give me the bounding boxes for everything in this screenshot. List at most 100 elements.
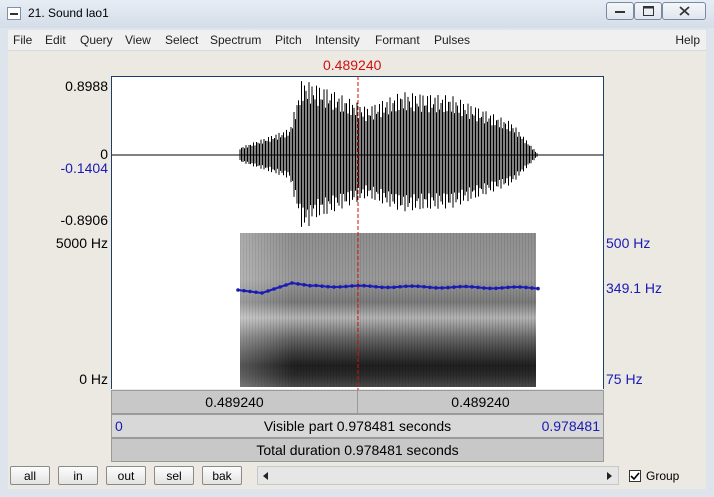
pitch-point <box>278 285 282 289</box>
pitch-point <box>512 285 516 289</box>
pitch-point <box>404 284 408 289</box>
cursor-line <box>357 76 359 390</box>
visible-part-bar[interactable]: 0 Visible part 0.978481 seconds 0.978481 <box>111 414 604 438</box>
pitch-point <box>536 286 540 291</box>
pitch-min-label: 75 Hz <box>606 371 643 387</box>
pitch-point <box>458 284 462 289</box>
pitch-point <box>302 283 306 287</box>
segment-right-label: 0.489240 <box>451 394 510 410</box>
spectrum-max-freq-label: 5000 Hz <box>55 235 108 251</box>
pitch-point <box>410 284 414 288</box>
group-label: Group <box>646 469 680 483</box>
spectrum-min-freq-label: 0 Hz <box>79 371 108 387</box>
menu-select[interactable]: Select <box>165 33 198 47</box>
pitch-point <box>530 286 534 290</box>
window-title: 21. Sound lao1 <box>28 6 109 20</box>
pitch-point <box>362 283 366 288</box>
pitch-point <box>470 285 474 289</box>
menu-pulses[interactable]: Pulses <box>434 33 470 47</box>
pitch-point <box>338 285 342 289</box>
scroll-right-button[interactable] <box>602 467 618 484</box>
total-duration-bar[interactable]: Total duration 0.978481 seconds <box>111 438 604 462</box>
cursor-time-label: 0.489240 <box>323 57 382 73</box>
menu-pitch[interactable]: Pitch <box>275 33 302 47</box>
maximize-button[interactable] <box>634 2 662 20</box>
zoom-out-button[interactable]: out <box>106 466 146 485</box>
wave-ymin-label: -0.8906 <box>60 212 108 228</box>
segment-left-bar[interactable]: 0.489240 <box>111 390 358 414</box>
zoom-in-button[interactable]: in <box>58 466 98 485</box>
pitch-point <box>272 287 276 291</box>
pitch-point <box>416 284 420 289</box>
minimize-icon <box>615 11 625 13</box>
window: 21. Sound lao1 File Edit Query View Sele… <box>0 0 714 497</box>
pitch-point <box>296 282 300 286</box>
pitch-point <box>500 286 504 290</box>
pitch-point <box>494 286 498 291</box>
menu-help[interactable]: Help <box>675 33 700 47</box>
menu-bar: File Edit Query View Select Spectrum Pit… <box>8 30 706 51</box>
arrow-right-icon <box>607 471 612 480</box>
pitch-point <box>434 286 438 290</box>
pitch-point <box>350 284 354 288</box>
pitch-point <box>284 283 288 287</box>
segment-right-bar[interactable]: 0.489240 <box>357 390 604 414</box>
segment-left-label: 0.489240 <box>205 394 264 410</box>
menu-formant[interactable]: Formant <box>375 33 420 47</box>
visible-part-label: Visible part 0.978481 seconds <box>263 418 452 434</box>
wave-cursor-value-label: -0.1404 <box>60 160 108 176</box>
menu-intensity[interactable]: Intensity <box>315 33 360 47</box>
pitch-point <box>482 286 486 290</box>
app-icon <box>7 7 21 20</box>
zoom-all-button[interactable]: all <box>10 466 50 485</box>
pitch-point <box>290 281 294 285</box>
pitch-point <box>476 285 480 290</box>
menu-edit[interactable]: Edit <box>45 33 66 47</box>
menu-query[interactable]: Query <box>80 33 113 47</box>
zoom-sel-button[interactable]: sel <box>154 466 194 485</box>
visible-start-label: 0 <box>115 418 123 434</box>
pitch-point <box>386 285 390 290</box>
total-duration-label: Total duration 0.978481 seconds <box>256 442 459 458</box>
menu-view[interactable]: View <box>125 33 151 47</box>
pitch-point <box>380 285 384 290</box>
pitch-point <box>506 285 510 290</box>
pitch-point <box>248 289 252 294</box>
pitch-point <box>314 283 318 288</box>
scroll-left-button[interactable] <box>258 467 274 484</box>
pitch-point <box>440 286 444 290</box>
pitch-point <box>518 285 522 289</box>
menu-spectrum[interactable]: Spectrum <box>210 33 261 47</box>
pitch-point <box>428 285 432 290</box>
pitch-point <box>422 284 426 289</box>
pitch-max-label: 500 Hz <box>606 235 651 251</box>
pitch-point <box>464 284 468 289</box>
group-checkbox[interactable] <box>629 470 641 482</box>
horizontal-scrollbar[interactable] <box>257 466 619 485</box>
arrow-left-icon <box>263 471 268 480</box>
waveform-signal <box>239 81 538 227</box>
pitch-point <box>398 284 402 289</box>
pitch-cursor-label: 349.1 Hz <box>606 280 663 296</box>
close-button[interactable] <box>662 2 706 20</box>
minimize-button[interactable] <box>606 2 634 20</box>
pitch-point <box>344 284 348 289</box>
pitch-points <box>236 281 540 295</box>
pitch-point <box>320 284 324 288</box>
pitch-point <box>374 284 378 289</box>
maximize-icon <box>642 6 654 16</box>
pitch-point <box>254 290 258 295</box>
pitch-point <box>332 285 336 289</box>
wave-ymax-label: 0.8988 <box>65 78 108 94</box>
checkmark-icon <box>630 471 640 480</box>
pitch-point <box>308 283 312 288</box>
zoom-back-button[interactable]: bak <box>202 466 242 485</box>
pitch-point <box>236 288 240 292</box>
pitch-point <box>488 286 492 291</box>
pitch-point <box>266 289 270 293</box>
title-bar: 21. Sound lao1 <box>0 0 714 28</box>
bottom-toolbar: all in out sel bak Group <box>8 464 706 489</box>
visible-end-label: 0.978481 <box>541 418 600 434</box>
menu-file[interactable]: File <box>13 33 32 47</box>
pitch-point <box>326 284 330 289</box>
